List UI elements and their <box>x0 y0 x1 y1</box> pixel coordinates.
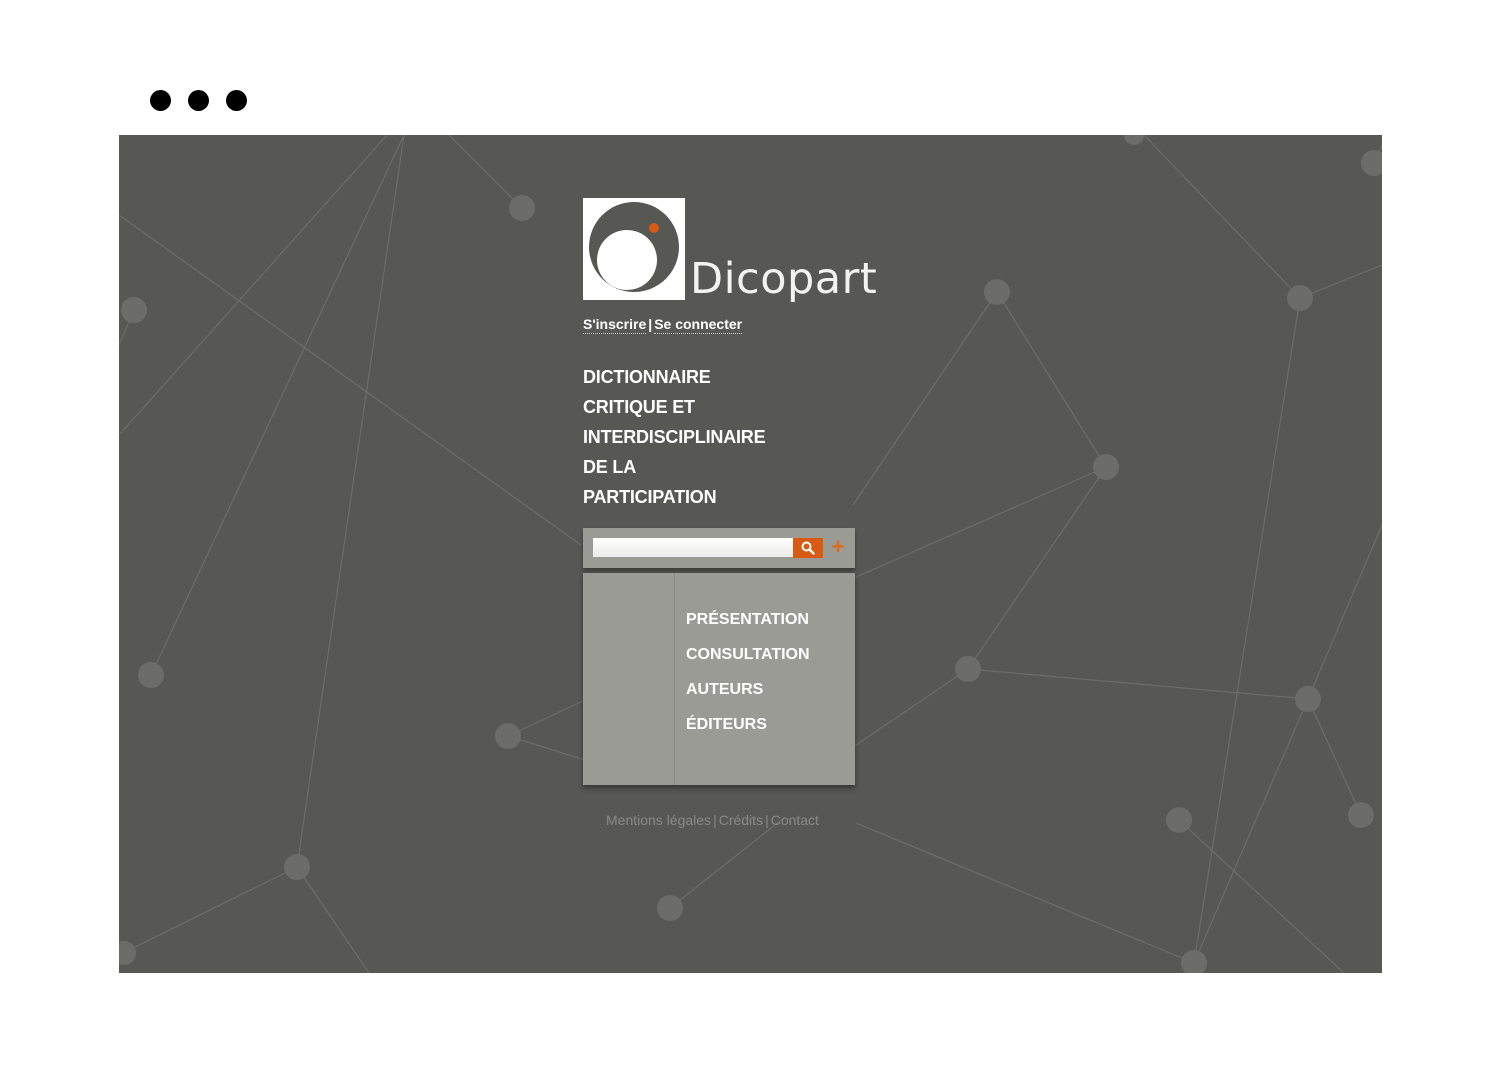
legal-link[interactable]: Mentions légales <box>606 812 711 828</box>
page-viewport: Dicopart S'inscrire | Se connecter DICTION… <box>119 135 1382 973</box>
tagline-line: DICTIONNAIRE <box>583 367 711 387</box>
window-dot <box>188 90 209 111</box>
window-dot <box>226 90 247 111</box>
footer-separator: | <box>765 812 769 828</box>
menu-item-editeurs[interactable]: ÉDITEURS <box>686 712 810 747</box>
window-controls <box>150 90 247 111</box>
main-menu: PRÉSENTATION CONSULTATION AUTEURS ÉDITEU… <box>583 573 855 785</box>
logo-wordmark: Dicopart <box>690 254 878 304</box>
credits-link[interactable]: Crédits <box>719 812 763 828</box>
logo-circle-icon <box>589 202 679 292</box>
menu-item-auteurs[interactable]: AUTEURS <box>686 677 810 712</box>
auth-links: S'inscrire | Se connecter <box>583 316 743 334</box>
menu-list: PRÉSENTATION CONSULTATION AUTEURS ÉDITEU… <box>686 607 810 747</box>
tagline-line: CRITIQUE ET <box>583 397 695 417</box>
tagline-line: PARTICIPATION <box>583 487 717 507</box>
footer-links: Mentions légales | Crédits | Contact <box>606 812 819 828</box>
search-bar: + <box>583 528 855 568</box>
menu-item-presentation[interactable]: PRÉSENTATION <box>686 607 810 642</box>
register-link[interactable]: S'inscrire <box>583 316 647 334</box>
contact-link[interactable]: Contact <box>771 812 819 828</box>
advanced-search-button[interactable]: + <box>829 535 847 559</box>
site-tagline: DICTIONNAIRE CRITIQUE ET INTERDISCIPLINA… <box>583 362 766 512</box>
search-button[interactable] <box>793 538 823 558</box>
logo-mark <box>583 198 685 300</box>
login-link[interactable]: Se connecter <box>654 316 743 334</box>
search-input[interactable] <box>593 538 793 557</box>
menu-item-consultation[interactable]: CONSULTATION <box>686 642 810 677</box>
footer-separator: | <box>713 812 717 828</box>
auth-separator: | <box>648 316 653 332</box>
tagline-line: DE LA <box>583 457 637 477</box>
search-icon <box>801 541 815 555</box>
tagline-line: INTERDISCIPLINAIRE <box>583 427 766 447</box>
window-dot <box>150 90 171 111</box>
menu-divider <box>674 573 675 785</box>
site-logo[interactable]: Dicopart <box>583 198 877 310</box>
